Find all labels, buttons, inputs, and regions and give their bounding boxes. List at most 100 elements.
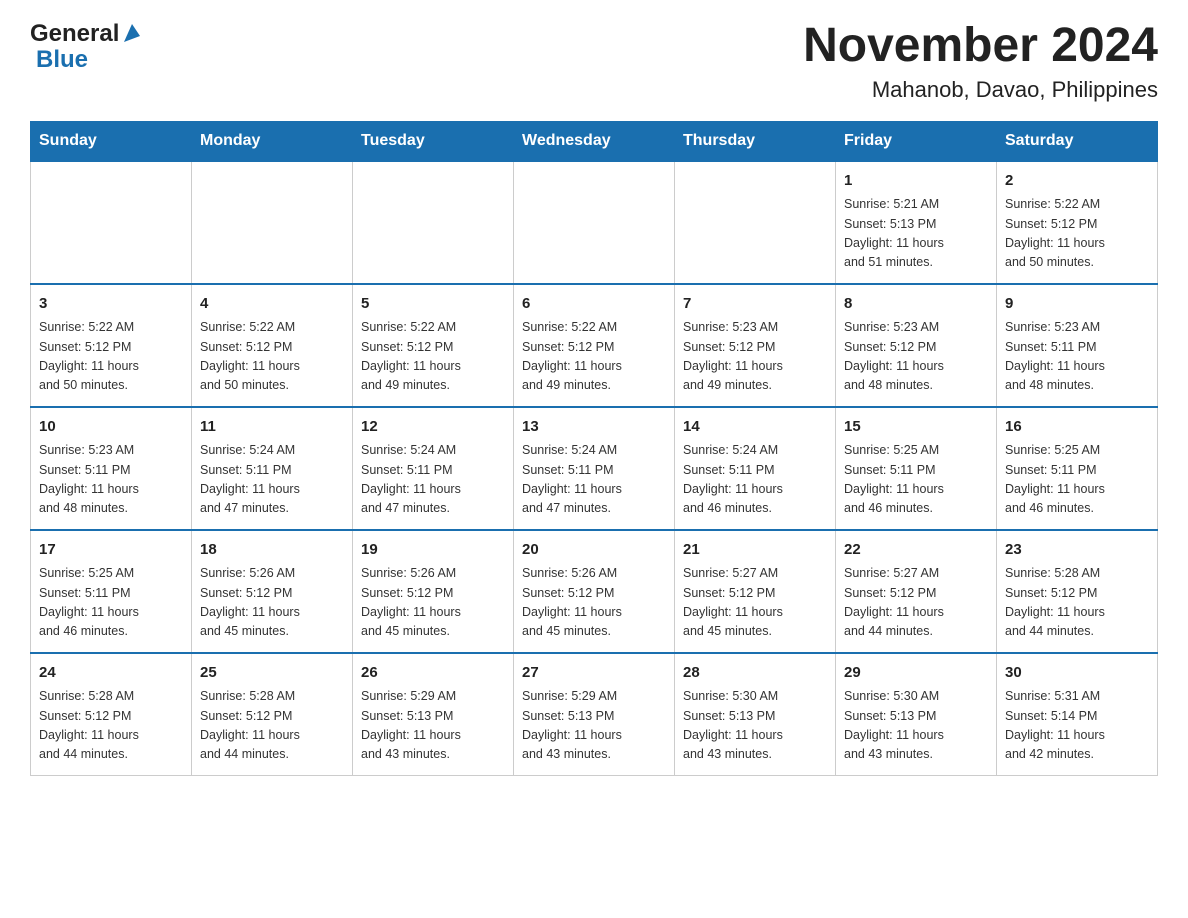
col-monday: Monday [192,121,353,161]
day-info: Sunrise: 5:22 AMSunset: 5:12 PMDaylight:… [522,318,666,396]
day-info: Sunrise: 5:21 AMSunset: 5:13 PMDaylight:… [844,195,988,273]
day-number: 8 [844,293,988,316]
calendar-week-row: 24Sunrise: 5:28 AMSunset: 5:12 PMDayligh… [31,653,1158,776]
day-number: 11 [200,416,344,439]
day-number: 1 [844,170,988,193]
calendar-week-row: 17Sunrise: 5:25 AMSunset: 5:11 PMDayligh… [31,530,1158,653]
page-header: General Blue November 2024 Mahanob, Dava… [30,20,1158,103]
calendar-week-row: 1Sunrise: 5:21 AMSunset: 5:13 PMDaylight… [31,161,1158,284]
col-sunday: Sunday [31,121,192,161]
day-number: 24 [39,662,183,685]
logo-flag-icon [120,22,142,46]
calendar-title: November 2024 [803,20,1158,73]
day-number: 16 [1005,416,1149,439]
table-row: 15Sunrise: 5:25 AMSunset: 5:11 PMDayligh… [836,407,997,530]
table-row: 20Sunrise: 5:26 AMSunset: 5:12 PMDayligh… [514,530,675,653]
day-number: 4 [200,293,344,316]
day-info: Sunrise: 5:24 AMSunset: 5:11 PMDaylight:… [683,441,827,519]
day-info: Sunrise: 5:22 AMSunset: 5:12 PMDaylight:… [200,318,344,396]
day-info: Sunrise: 5:29 AMSunset: 5:13 PMDaylight:… [522,687,666,765]
day-info: Sunrise: 5:26 AMSunset: 5:12 PMDaylight:… [200,564,344,642]
day-number: 25 [200,662,344,685]
day-info: Sunrise: 5:24 AMSunset: 5:11 PMDaylight:… [200,441,344,519]
table-row: 3Sunrise: 5:22 AMSunset: 5:12 PMDaylight… [31,284,192,407]
day-info: Sunrise: 5:22 AMSunset: 5:12 PMDaylight:… [1005,195,1149,273]
calendar-subtitle: Mahanob, Davao, Philippines [803,77,1158,103]
table-row: 14Sunrise: 5:24 AMSunset: 5:11 PMDayligh… [675,407,836,530]
day-number: 17 [39,539,183,562]
table-row [514,161,675,284]
logo-general-text: General [30,20,119,48]
table-row: 24Sunrise: 5:28 AMSunset: 5:12 PMDayligh… [31,653,192,776]
day-info: Sunrise: 5:26 AMSunset: 5:12 PMDaylight:… [522,564,666,642]
day-info: Sunrise: 5:23 AMSunset: 5:11 PMDaylight:… [1005,318,1149,396]
title-area: November 2024 Mahanob, Davao, Philippine… [803,20,1158,103]
day-number: 26 [361,662,505,685]
day-info: Sunrise: 5:23 AMSunset: 5:11 PMDaylight:… [39,441,183,519]
day-info: Sunrise: 5:29 AMSunset: 5:13 PMDaylight:… [361,687,505,765]
col-thursday: Thursday [675,121,836,161]
day-info: Sunrise: 5:25 AMSunset: 5:11 PMDaylight:… [39,564,183,642]
table-row: 13Sunrise: 5:24 AMSunset: 5:11 PMDayligh… [514,407,675,530]
table-row: 26Sunrise: 5:29 AMSunset: 5:13 PMDayligh… [353,653,514,776]
day-number: 5 [361,293,505,316]
day-info: Sunrise: 5:24 AMSunset: 5:11 PMDaylight:… [522,441,666,519]
table-row: 19Sunrise: 5:26 AMSunset: 5:12 PMDayligh… [353,530,514,653]
table-row: 2Sunrise: 5:22 AMSunset: 5:12 PMDaylight… [997,161,1158,284]
table-row: 4Sunrise: 5:22 AMSunset: 5:12 PMDaylight… [192,284,353,407]
day-info: Sunrise: 5:23 AMSunset: 5:12 PMDaylight:… [683,318,827,396]
calendar-header-row: Sunday Monday Tuesday Wednesday Thursday… [31,121,1158,161]
day-info: Sunrise: 5:25 AMSunset: 5:11 PMDaylight:… [844,441,988,519]
table-row: 29Sunrise: 5:30 AMSunset: 5:13 PMDayligh… [836,653,997,776]
logo-area: General Blue [30,20,142,74]
day-number: 2 [1005,170,1149,193]
day-info: Sunrise: 5:28 AMSunset: 5:12 PMDaylight:… [1005,564,1149,642]
day-info: Sunrise: 5:24 AMSunset: 5:11 PMDaylight:… [361,441,505,519]
day-info: Sunrise: 5:25 AMSunset: 5:11 PMDaylight:… [1005,441,1149,519]
table-row: 18Sunrise: 5:26 AMSunset: 5:12 PMDayligh… [192,530,353,653]
table-row: 1Sunrise: 5:21 AMSunset: 5:13 PMDaylight… [836,161,997,284]
day-info: Sunrise: 5:22 AMSunset: 5:12 PMDaylight:… [361,318,505,396]
logo-blue-text: Blue [32,46,88,74]
table-row: 28Sunrise: 5:30 AMSunset: 5:13 PMDayligh… [675,653,836,776]
table-row: 17Sunrise: 5:25 AMSunset: 5:11 PMDayligh… [31,530,192,653]
col-tuesday: Tuesday [353,121,514,161]
day-number: 30 [1005,662,1149,685]
col-wednesday: Wednesday [514,121,675,161]
day-number: 23 [1005,539,1149,562]
table-row: 6Sunrise: 5:22 AMSunset: 5:12 PMDaylight… [514,284,675,407]
day-info: Sunrise: 5:31 AMSunset: 5:14 PMDaylight:… [1005,687,1149,765]
day-number: 10 [39,416,183,439]
day-number: 9 [1005,293,1149,316]
day-info: Sunrise: 5:30 AMSunset: 5:13 PMDaylight:… [683,687,827,765]
day-info: Sunrise: 5:28 AMSunset: 5:12 PMDaylight:… [39,687,183,765]
table-row [31,161,192,284]
table-row: 16Sunrise: 5:25 AMSunset: 5:11 PMDayligh… [997,407,1158,530]
table-row: 12Sunrise: 5:24 AMSunset: 5:11 PMDayligh… [353,407,514,530]
table-row: 10Sunrise: 5:23 AMSunset: 5:11 PMDayligh… [31,407,192,530]
col-friday: Friday [836,121,997,161]
logo: General [30,20,142,48]
table-row: 27Sunrise: 5:29 AMSunset: 5:13 PMDayligh… [514,653,675,776]
day-number: 27 [522,662,666,685]
day-number: 19 [361,539,505,562]
calendar-table: Sunday Monday Tuesday Wednesday Thursday… [30,121,1158,776]
table-row: 21Sunrise: 5:27 AMSunset: 5:12 PMDayligh… [675,530,836,653]
table-row: 30Sunrise: 5:31 AMSunset: 5:14 PMDayligh… [997,653,1158,776]
table-row: 23Sunrise: 5:28 AMSunset: 5:12 PMDayligh… [997,530,1158,653]
day-number: 7 [683,293,827,316]
table-row: 11Sunrise: 5:24 AMSunset: 5:11 PMDayligh… [192,407,353,530]
day-number: 20 [522,539,666,562]
day-number: 12 [361,416,505,439]
day-number: 18 [200,539,344,562]
day-number: 15 [844,416,988,439]
table-row: 7Sunrise: 5:23 AMSunset: 5:12 PMDaylight… [675,284,836,407]
table-row: 9Sunrise: 5:23 AMSunset: 5:11 PMDaylight… [997,284,1158,407]
day-number: 28 [683,662,827,685]
day-info: Sunrise: 5:22 AMSunset: 5:12 PMDaylight:… [39,318,183,396]
table-row: 25Sunrise: 5:28 AMSunset: 5:12 PMDayligh… [192,653,353,776]
day-number: 13 [522,416,666,439]
day-info: Sunrise: 5:27 AMSunset: 5:12 PMDaylight:… [683,564,827,642]
day-info: Sunrise: 5:27 AMSunset: 5:12 PMDaylight:… [844,564,988,642]
col-saturday: Saturday [997,121,1158,161]
